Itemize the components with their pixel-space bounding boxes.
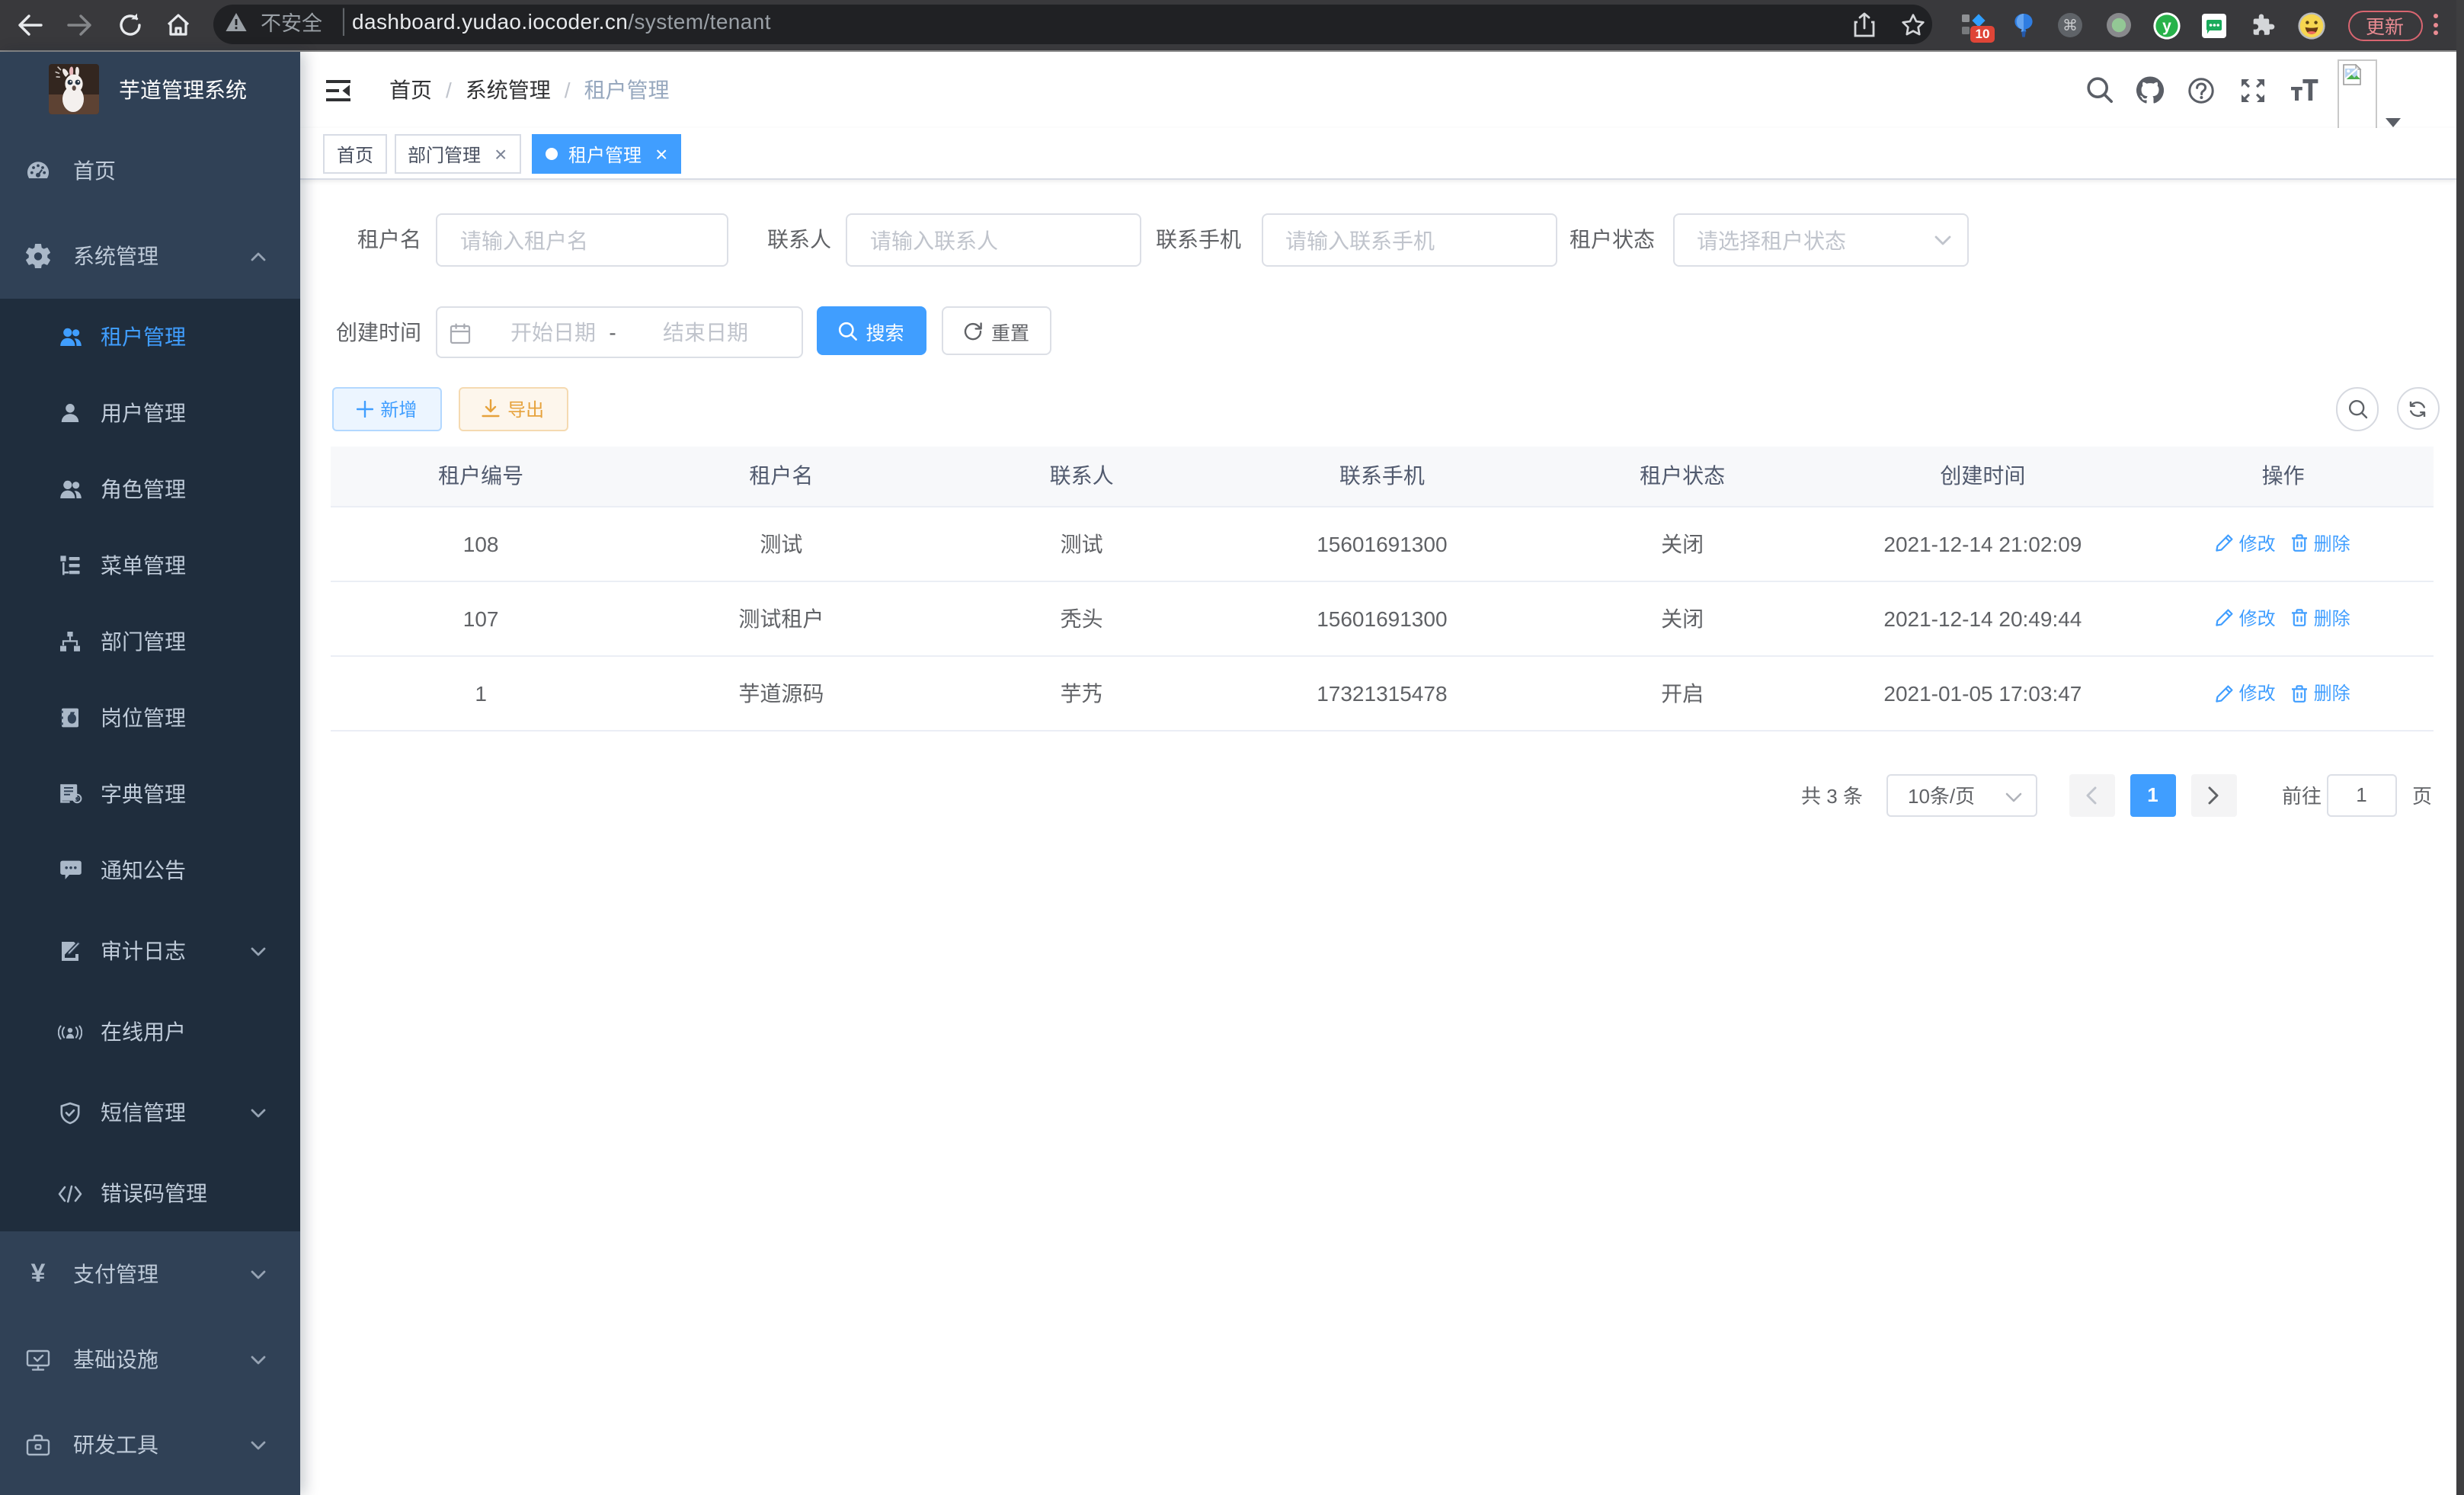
svg-text:y: y (2162, 17, 2171, 34)
svg-text:⌘: ⌘ (2062, 18, 2077, 34)
